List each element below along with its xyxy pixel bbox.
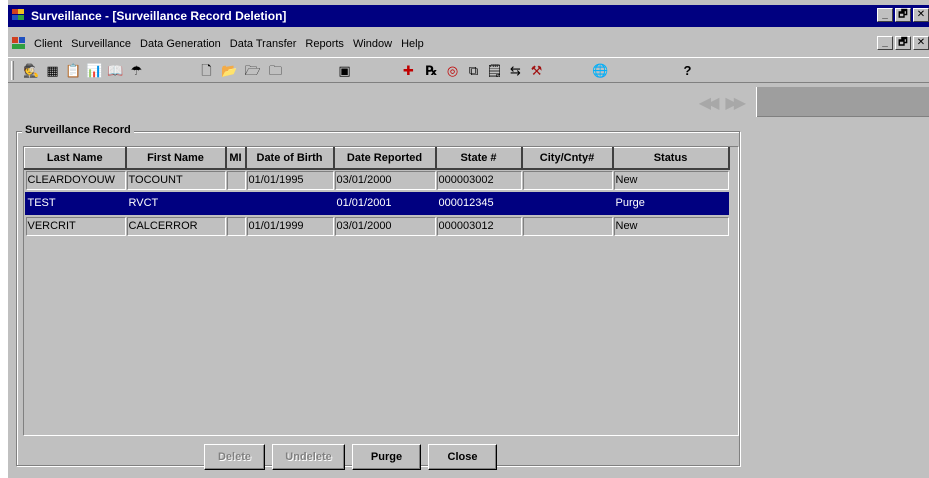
menu-client[interactable]: Client [34,38,62,50]
open-folder-icon[interactable]: 📂 [221,62,238,79]
menu-surveillance[interactable]: Surveillance [71,38,131,50]
undelete-button[interactable]: Undelete [272,444,345,470]
find-client-icon[interactable]: 🕵 [23,62,40,79]
app-icon[interactable] [12,9,28,23]
minimize-button[interactable]: _ [877,8,893,22]
window-title: Surveillance - [Surveillance Record Dele… [31,9,287,23]
date-reported-cell[interactable]: 01/01/2001 [334,193,436,213]
restore-button[interactable]: 🗗 [895,8,911,22]
state-number-cell[interactable]: 000003012 [436,216,522,236]
menu-window[interactable]: Window [353,38,392,50]
status-cell[interactable]: New [613,216,729,236]
column-header-first-name[interactable]: First Name [125,147,227,170]
column-header-state-number[interactable]: State # [435,147,523,170]
title-bar[interactable]: Surveillance - [Surveillance Record Dele… [8,5,929,27]
document-minimize-button[interactable]: _ [877,36,893,50]
mi-cell[interactable] [226,171,246,190]
client-record-icon[interactable]: ▦ [44,62,61,79]
help-icon[interactable]: ? [679,62,696,79]
document-restore-button[interactable]: 🗗 [895,36,911,50]
next-record-icon[interactable]: ▶▶ [725,93,746,113]
first-name-cell[interactable]: TOCOUNT [126,171,226,190]
menu-data-generation[interactable]: Data Generation [140,38,221,50]
folder-icon[interactable]: 🗀 [267,62,284,79]
table-row-selected[interactable]: TEST RVCT 01/01/2001 000012345 Purge [24,191,729,215]
notebook-icon[interactable]: 🗒 [486,62,503,79]
date-reported-cell[interactable]: 03/01/2000 [334,171,436,190]
group-title: Surveillance Record [22,124,134,136]
column-header-status[interactable]: Status [612,147,730,170]
navigation-strip: ◀◀ ▶▶ [8,87,929,117]
close-button[interactable]: Close [428,444,497,470]
first-name-cell[interactable]: RVCT [126,193,226,213]
previous-record-icon[interactable]: ◀◀ [699,93,720,113]
transfer-icon[interactable]: ⇆ [507,62,524,79]
column-header-last-name[interactable]: Last Name [24,147,127,170]
window-controls: _ 🗗 ✕ [877,8,929,22]
toolbar: 🕵 ▦ 📋 📊 📖 ☂ 🗋 📂 🗁 🗀 ▣ ✚ ℞ ◎ ⧉ 🗒 ⇆ ⚒ 🌐 ? [8,57,929,83]
rvct-icon[interactable]: ✚ [400,62,417,79]
column-header-mi[interactable]: MI [225,147,247,170]
last-name-cell[interactable]: VERCRIT [25,216,126,236]
date-of-birth-cell[interactable] [246,193,334,213]
menu-data-transfer[interactable]: Data Transfer [230,38,297,50]
copy-icon[interactable]: ⧉ [465,62,482,79]
state-number-cell[interactable]: 000012345 [436,193,522,213]
date-reported-cell[interactable]: 03/01/2000 [334,216,436,236]
purge-button[interactable]: Purge [352,444,421,470]
book-icon[interactable]: 📖 [107,62,124,79]
last-name-cell[interactable]: CLEARDOYOUW [25,171,126,190]
prescription-icon[interactable]: ℞ [423,62,440,79]
bar-chart-icon[interactable]: 📊 [86,62,103,79]
grid-report-icon[interactable]: ▣ [336,62,353,79]
close-window-button[interactable]: ✕ [913,8,929,22]
record-table: Last Name First Name MI Date of Birth Da… [24,147,730,238]
surveillance-record-group: Surveillance Record Last Name First Name… [16,124,740,466]
delete-button[interactable]: Delete [204,444,265,470]
column-header-date-reported[interactable]: Date Reported [333,147,437,170]
state-number-cell[interactable]: 000003002 [436,171,522,190]
city-county-cell[interactable] [522,171,613,190]
toolbar-grip[interactable] [11,61,14,80]
status-cell[interactable]: Purge [613,193,729,213]
document-close-button[interactable]: ✕ [913,36,929,50]
umbrella-icon[interactable]: ☂ [128,62,145,79]
status-cell[interactable]: New [613,171,729,190]
last-name-cell[interactable]: TEST [25,193,126,213]
desktop-edge [0,0,8,478]
action-buttons: Delete Undelete Purge Close [204,444,497,470]
document-icon[interactable] [12,37,28,50]
globe-icon[interactable]: 🌐 [592,62,609,79]
city-county-cell[interactable] [522,193,613,213]
menu-help[interactable]: Help [401,38,424,50]
record-grid[interactable]: Last Name First Name MI Date of Birth Da… [23,146,739,436]
mi-cell[interactable] [226,216,246,236]
table-row[interactable]: CLEARDOYOUW TOCOUNT 01/01/1995 03/01/200… [24,168,729,192]
target-icon[interactable]: ◎ [444,62,461,79]
mi-cell[interactable] [226,193,246,213]
new-document-icon[interactable]: 🗋 [198,62,215,79]
application-window: Surveillance - [Surveillance Record Dele… [0,0,929,478]
date-of-birth-cell[interactable]: 01/01/1999 [246,216,334,236]
table-row[interactable]: VERCRIT CALCERROR 01/01/1999 03/01/2000 … [24,214,729,238]
date-of-birth-cell[interactable]: 01/01/1995 [246,171,334,190]
city-county-cell[interactable] [522,216,613,236]
first-name-cell[interactable]: CALCERROR [126,216,226,236]
column-header-date-of-birth[interactable]: Date of Birth [245,147,335,170]
column-header-city-county-number[interactable]: City/Cnty# [521,147,614,170]
tools-icon[interactable]: ⚒ [528,62,545,79]
menu-reports[interactable]: Reports [305,38,344,50]
open-folder-alt-icon[interactable]: 🗁 [244,62,261,79]
header-row: Last Name First Name MI Date of Birth Da… [24,147,730,170]
clipboard-icon[interactable]: 📋 [65,62,82,79]
record-navigator: ◀◀ ▶▶ [8,87,757,117]
document-window-controls: _ 🗗 ✕ [877,36,929,50]
menu-bar: Client Surveillance Data Generation Data… [8,34,929,53]
